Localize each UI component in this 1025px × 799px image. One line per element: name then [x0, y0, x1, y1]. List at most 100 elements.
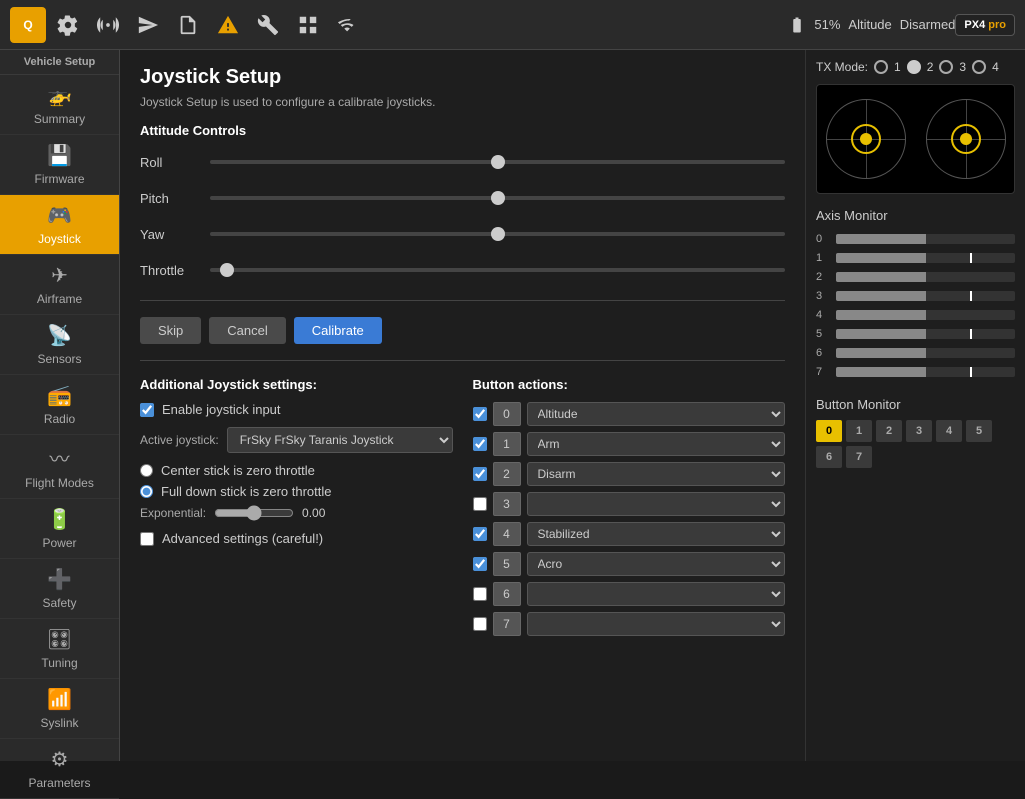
- axis-bar-6: [836, 348, 1015, 358]
- syslink-icon: 📶: [47, 687, 72, 712]
- axis-num-5: 5: [816, 328, 830, 340]
- btn-action-select-4[interactable]: Stabilized: [527, 522, 786, 546]
- attitude-controls-header: Attitude Controls: [140, 123, 785, 138]
- grid-icon[interactable]: [290, 7, 326, 43]
- center-stick-radio[interactable]: [140, 464, 153, 477]
- full-down-row[interactable]: Full down stick is zero throttle: [140, 484, 453, 499]
- tx-mode-3-radio[interactable]: [939, 60, 953, 74]
- btn-num-3: 3: [493, 492, 521, 516]
- throttle-track: [210, 268, 785, 272]
- exponential-slider[interactable]: [214, 505, 294, 521]
- tuning-icon: 🎛: [47, 627, 72, 652]
- main-content: Joystick Setup Joystick Setup is used to…: [120, 50, 805, 761]
- armed-status: Disarmed: [900, 17, 956, 32]
- pitch-thumb: [491, 191, 505, 205]
- btn-action-check-2[interactable]: [473, 467, 487, 481]
- axis-num-4: 4: [816, 309, 830, 321]
- button-action-6: 6: [473, 582, 786, 606]
- button-action-5: 5 Acro: [473, 552, 786, 576]
- btn-action-check-6[interactable]: [473, 587, 487, 601]
- axis-monitor-row-6: 6: [816, 345, 1015, 361]
- throttle-row: Throttle: [140, 256, 785, 284]
- btn-monitor-1: 1: [846, 420, 872, 442]
- page-description: Joystick Setup is used to configure a ca…: [140, 95, 785, 109]
- enable-joystick-label: Enable joystick input: [162, 402, 281, 417]
- button-actions-panel: Button actions: 0 Altitude 1 Arm: [473, 377, 786, 642]
- advanced-settings-row[interactable]: Advanced settings (careful!): [140, 531, 453, 546]
- btn-action-select-6[interactable]: [527, 582, 786, 606]
- calibrate-button[interactable]: Calibrate: [294, 317, 382, 344]
- button-action-1: 1 Arm: [473, 432, 786, 456]
- axis-bar-7: [836, 367, 1015, 377]
- sidebar-item-power[interactable]: 🔋 Power: [0, 499, 119, 559]
- axis-monitor-row-7: 7: [816, 364, 1015, 380]
- signal-icon[interactable]: [330, 7, 366, 43]
- btn-action-check-7[interactable]: [473, 617, 487, 631]
- active-joystick-select[interactable]: FrSky FrSky Taranis Joystick: [227, 427, 453, 453]
- btn-action-check-4[interactable]: [473, 527, 487, 541]
- axis-monitor-row-0: 0: [816, 231, 1015, 247]
- btn-num-0: 0: [493, 402, 521, 426]
- btn-action-select-0[interactable]: Altitude: [527, 402, 786, 426]
- axis-bar-1: [836, 253, 1015, 263]
- btn-action-select-7[interactable]: [527, 612, 786, 636]
- btn-action-select-2[interactable]: Disarm: [527, 462, 786, 486]
- sidebar-item-parameters[interactable]: ⚙ Parameters: [0, 739, 119, 799]
- btn-action-check-0[interactable]: [473, 407, 487, 421]
- btn-action-check-1[interactable]: [473, 437, 487, 451]
- safety-icon: ➕: [47, 567, 72, 592]
- tx-mode-4-radio[interactable]: [972, 60, 986, 74]
- cancel-button[interactable]: Cancel: [209, 317, 285, 344]
- skip-button[interactable]: Skip: [140, 317, 201, 344]
- calibration-buttons: Skip Cancel Calibrate: [140, 317, 785, 344]
- btn-monitor-0: 0: [816, 420, 842, 442]
- tx-mode-1-radio[interactable]: [874, 60, 888, 74]
- tx-mode-2-radio[interactable]: [907, 60, 921, 74]
- joystick-dot-r: [960, 133, 972, 145]
- settings-icon[interactable]: [50, 7, 86, 43]
- exponential-value: 0.00: [302, 506, 325, 520]
- sidebar-item-summary[interactable]: 🚁 Summary: [0, 75, 119, 135]
- axis-bar-fill-1: [836, 253, 926, 263]
- center-stick-row[interactable]: Center stick is zero throttle: [140, 463, 453, 478]
- btn-monitor-3: 3: [906, 420, 932, 442]
- sidebar-item-radio[interactable]: 📻 Radio: [0, 375, 119, 435]
- sidebar-item-safety[interactable]: ➕ Safety: [0, 559, 119, 619]
- doc-icon[interactable]: [170, 7, 206, 43]
- sidebar-item-tuning[interactable]: 🎛 Tuning: [0, 619, 119, 679]
- additional-settings-panel: Additional Joystick settings: Enable joy…: [140, 377, 453, 642]
- axis-num-0: 0: [816, 233, 830, 245]
- sidebar-item-firmware[interactable]: 💾 Firmware: [0, 135, 119, 195]
- sidebar-item-syslink[interactable]: 📶 Syslink: [0, 679, 119, 739]
- sidebar-item-sensors[interactable]: 📡 Sensors: [0, 315, 119, 375]
- btn-action-select-1[interactable]: Arm: [527, 432, 786, 456]
- btn-action-check-3[interactable]: [473, 497, 487, 511]
- axis-monitor-row-2: 2: [816, 269, 1015, 285]
- btn-monitor-5: 5: [966, 420, 992, 442]
- tools-icon[interactable]: [250, 7, 286, 43]
- advanced-settings-checkbox[interactable]: [140, 532, 154, 546]
- enable-joystick-checkbox[interactable]: [140, 403, 154, 417]
- axis-bar-2: [836, 272, 1015, 282]
- tx-mode-2-label: 2: [927, 60, 934, 74]
- app-icon[interactable]: Q: [10, 7, 46, 43]
- btn-action-check-5[interactable]: [473, 557, 487, 571]
- full-down-radio[interactable]: [140, 485, 153, 498]
- flight-mode: Altitude: [848, 17, 891, 32]
- sidebar-item-airframe[interactable]: ✈ Airframe: [0, 255, 119, 315]
- enable-joystick-row[interactable]: Enable joystick input: [140, 402, 453, 417]
- warning-icon[interactable]: [210, 7, 246, 43]
- comm-icon[interactable]: [90, 7, 126, 43]
- btn-action-select-3[interactable]: [527, 492, 786, 516]
- yaw-track: [210, 232, 785, 236]
- axis-bar-fill-6: [836, 348, 926, 358]
- axis-num-7: 7: [816, 366, 830, 378]
- tx-mode-3-label: 3: [959, 60, 966, 74]
- axis-bar-fill-5: [836, 329, 926, 339]
- sidebar-item-flightmodes[interactable]: 〰 Flight Modes: [0, 435, 119, 499]
- sidebar-item-joystick[interactable]: 🎮 Joystick: [0, 195, 119, 255]
- btn-action-select-5[interactable]: Acro: [527, 552, 786, 576]
- axis-monitor-row-3: 3: [816, 288, 1015, 304]
- roll-row: Roll: [140, 148, 785, 176]
- send-icon[interactable]: [130, 7, 166, 43]
